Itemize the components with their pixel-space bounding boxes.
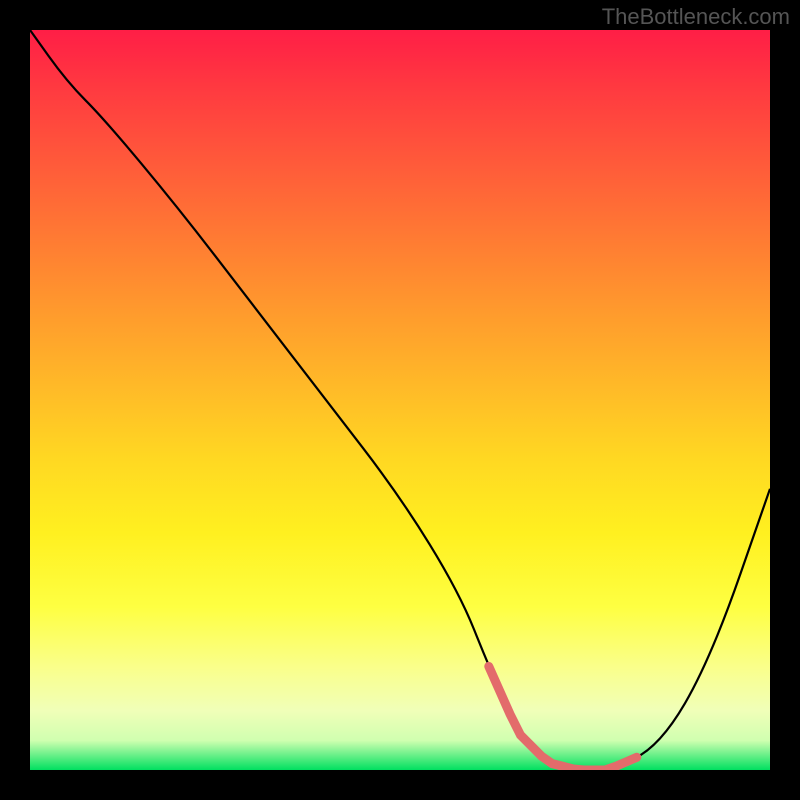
highlight-segment [489, 666, 637, 770]
watermark-text: TheBottleneck.com [602, 4, 790, 30]
bottleneck-curve-path [30, 30, 770, 770]
chart-plot-area [30, 30, 770, 770]
chart-curve-svg [30, 30, 770, 770]
